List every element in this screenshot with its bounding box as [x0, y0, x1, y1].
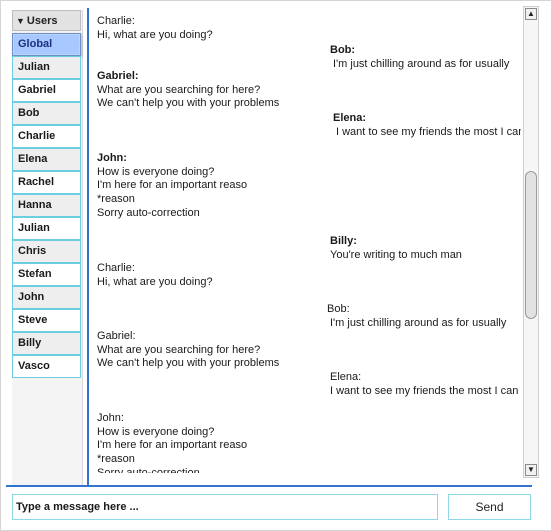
composer-divider — [6, 485, 532, 487]
message-text: What are you searching for here? — [97, 83, 261, 96]
message-text: We can't help you with your problems — [97, 97, 280, 110]
sidebar-item-bob[interactable]: Bob — [12, 102, 81, 125]
message-text: *reason — [97, 193, 135, 206]
message-text: We can't help you with your problems — [97, 357, 280, 370]
sidebar-item-elena[interactable]: Elena — [12, 148, 81, 171]
sidebar-divider — [87, 8, 89, 485]
message-text: *reason — [97, 453, 135, 466]
message-author: Gabriel: — [97, 70, 139, 82]
sidebar-item-vasco[interactable]: Vasco — [12, 355, 81, 378]
sidebar-item-julian[interactable]: Julian — [12, 217, 81, 240]
message-text: Hi, what are you doing? — [97, 275, 213, 288]
arrow-up-icon[interactable]: ▲ — [525, 8, 537, 20]
sidebar-item-julian[interactable]: Julian — [12, 56, 81, 79]
message-author: Elena: — [333, 112, 367, 124]
message: Gabriel: What are you searching for here?… — [97, 70, 279, 111]
message: Elena: I want to see my friends the most … — [330, 371, 518, 398]
message-author: Bob: — [330, 44, 356, 56]
message-text: Sorry auto-correction — [97, 206, 200, 219]
message-author: John: — [97, 412, 124, 424]
message-author: Charlie: — [97, 15, 135, 27]
message-author: Gabriel: — [97, 330, 136, 342]
sidebar-item-steve[interactable]: Steve — [12, 309, 81, 332]
sidebar-item-john[interactable]: John — [12, 286, 81, 309]
users-header[interactable]: ▼ Users — [12, 10, 81, 31]
message: Gabriel: What are you searching for here?… — [97, 330, 279, 371]
sidebar-item-hanna[interactable]: Hanna — [12, 194, 81, 217]
message: John: How is everyone doing? I'm here for … — [97, 152, 247, 221]
sidebar-item-billy[interactable]: Billy — [12, 332, 81, 355]
message: Charlie: Hi, what are you doing? — [97, 15, 213, 42]
message-author: Charlie: — [97, 262, 135, 274]
message-author: John: — [97, 152, 127, 164]
sidebar-item-charlie[interactable]: Charlie — [12, 125, 81, 148]
message-author: Elena: — [330, 371, 362, 383]
sidebar-item-gabriel[interactable]: Gabriel — [12, 79, 81, 102]
sidebar-item-rachel[interactable]: Rachel — [12, 171, 81, 194]
message: Charlie: Hi, what are you doing? — [97, 262, 213, 289]
message-author: Billy: — [330, 235, 357, 247]
message: Bob: I'm just chilling around as for usua… — [327, 303, 506, 330]
message-text: I want to see my friends the most I can — [330, 384, 519, 397]
message-text: Hi, what are you doing? — [97, 28, 213, 41]
message-input[interactable] — [12, 494, 438, 520]
message-list: Charlie: Hi, what are you doing? Bob: I'm j… — [91, 8, 521, 473]
arrow-down-icon[interactable]: ▼ — [525, 464, 537, 476]
message-text: I'm here for an important reaso — [97, 439, 248, 452]
message-author: Bob: — [327, 303, 350, 315]
triangle-down-icon: ▼ — [16, 16, 25, 26]
message-text: Sorry auto-correction — [97, 466, 200, 473]
message-text: I'm just chilling around as for usually — [333, 57, 510, 70]
sidebar-item-stefan[interactable]: Stefan — [12, 263, 81, 286]
message: Billy: You're writing to much man — [330, 235, 462, 262]
sidebar-item-global[interactable]: Global — [12, 33, 81, 56]
chat-window: ▼ Users Global Julian Gabriel Bob Charlie Elen… — [0, 0, 552, 531]
message-text: I'm here for an important reaso — [97, 179, 248, 192]
scrollbar-thumb[interactable] — [525, 171, 537, 319]
scrollbar[interactable]: ▲ ▼ — [523, 6, 539, 478]
message-text: I'm just chilling around as for usually — [330, 316, 507, 329]
message-text: How is everyone doing? — [97, 425, 215, 438]
users-sidebar: ▼ Users Global Julian Gabriel Bob Charlie Elen… — [12, 10, 83, 485]
sidebar-item-chris[interactable]: Chris — [12, 240, 81, 263]
users-header-label: Users — [26, 15, 58, 27]
send-button[interactable]: Send — [448, 494, 531, 520]
message-text: How is everyone doing? — [97, 165, 215, 178]
message: Bob: I'm just chilling around as for usua… — [330, 44, 509, 71]
message: Elena: I want to see my friends the most … — [333, 112, 521, 139]
message: John: How is everyone doing? I'm here for … — [97, 412, 247, 473]
message-text: What are you searching for here? — [97, 343, 261, 356]
message-text: I want to see my friends the most I can — [336, 125, 521, 138]
message-text: You're writing to much man — [330, 248, 462, 261]
